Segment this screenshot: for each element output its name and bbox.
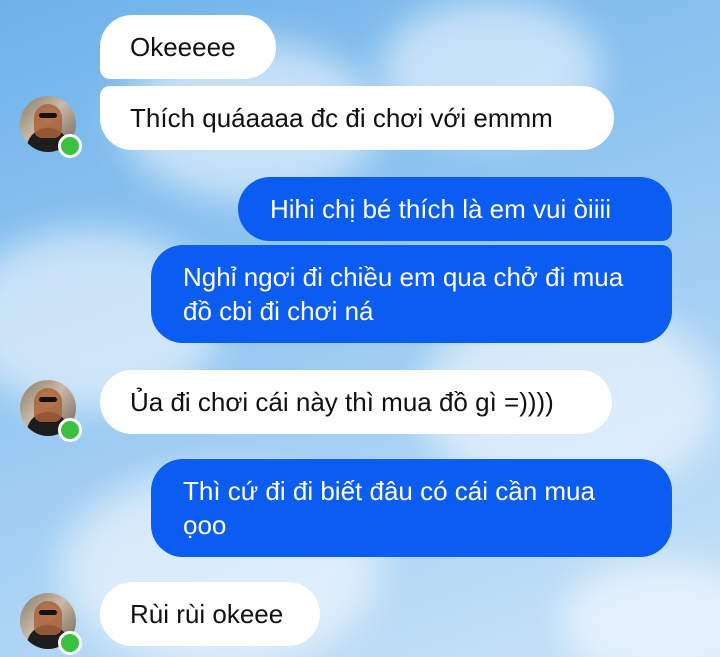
message-text: Nghỉ ngơi đi chiều em qua chở đi mua đồ … xyxy=(183,262,624,326)
incoming-message[interactable]: Thích quáaaaa đc đi chơi với emmm xyxy=(100,86,614,150)
outgoing-message[interactable]: Thì cứ đi đi biết đâu có cái cần mua ọoo xyxy=(151,459,672,557)
outgoing-message[interactable]: Nghỉ ngơi đi chiều em qua chở đi mua đồ … xyxy=(151,245,672,343)
message-text: Thì cứ đi đi biết đâu có cái cần mua ọoo xyxy=(183,476,595,540)
contact-avatar[interactable] xyxy=(20,380,82,442)
message-text: Rùi rùi okeee xyxy=(130,599,284,629)
message-text: Hihi chị bé thích là em vui òiiii xyxy=(270,194,612,224)
online-status-icon xyxy=(58,631,82,655)
incoming-message[interactable]: Ủa đi chơi cái này thì mua đồ gì =)))) xyxy=(100,370,612,434)
message-text: Okeeeee xyxy=(130,32,236,62)
message-thread: Okeeeee Thích quáaaaa đc đi chơi với emm… xyxy=(0,0,720,657)
message-text: Ủa đi chơi cái này thì mua đồ gì =)))) xyxy=(130,387,554,417)
incoming-message[interactable]: Rùi rùi okeee xyxy=(100,582,320,646)
contact-avatar[interactable] xyxy=(20,593,82,655)
message-text: Thích quáaaaa đc đi chơi với emmm xyxy=(130,103,553,133)
outgoing-message[interactable]: Hihi chị bé thích là em vui òiiii xyxy=(238,177,672,241)
contact-avatar[interactable] xyxy=(20,96,82,158)
incoming-message[interactable]: Okeeeee xyxy=(100,15,276,79)
online-status-icon xyxy=(58,134,82,158)
online-status-icon xyxy=(58,418,82,442)
